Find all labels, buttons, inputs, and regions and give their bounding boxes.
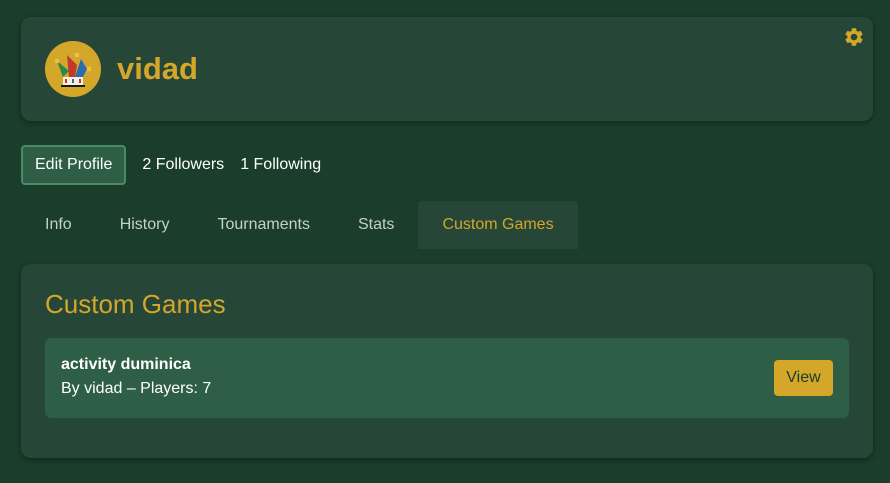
view-button[interactable]: View bbox=[774, 360, 833, 396]
edit-profile-button[interactable]: Edit Profile bbox=[21, 145, 127, 185]
tab-info[interactable]: Info bbox=[21, 201, 96, 249]
profile-header-card: vidad bbox=[21, 17, 873, 121]
tab-custom-games[interactable]: Custom Games bbox=[418, 201, 578, 249]
custom-games-card: Custom Games activity duminica By vidad … bbox=[21, 264, 873, 458]
tab-stats[interactable]: Stats bbox=[334, 201, 418, 249]
followers-count[interactable]: 2 Followers bbox=[142, 156, 224, 174]
following-count[interactable]: 1 Following bbox=[240, 156, 321, 174]
tab-history[interactable]: History bbox=[96, 201, 194, 249]
section-title: Custom Games bbox=[45, 289, 226, 319]
game-meta: By vidad – Players: 7 bbox=[61, 380, 212, 397]
tab-tournaments[interactable]: Tournaments bbox=[193, 201, 334, 249]
game-name: activity duminica bbox=[61, 356, 191, 373]
list-item: activity duminica By vidad – Players: 7 … bbox=[45, 338, 849, 418]
gear-icon[interactable] bbox=[843, 26, 865, 48]
profile-tabs: Info History Tournaments Stats Custom Ga… bbox=[21, 201, 578, 249]
jester-hat-icon bbox=[55, 53, 91, 87]
profile-username: vidad bbox=[117, 51, 198, 86]
profile-actions-row: Edit Profile 2 Followers 1 Following bbox=[21, 145, 321, 185]
avatar bbox=[45, 41, 101, 97]
